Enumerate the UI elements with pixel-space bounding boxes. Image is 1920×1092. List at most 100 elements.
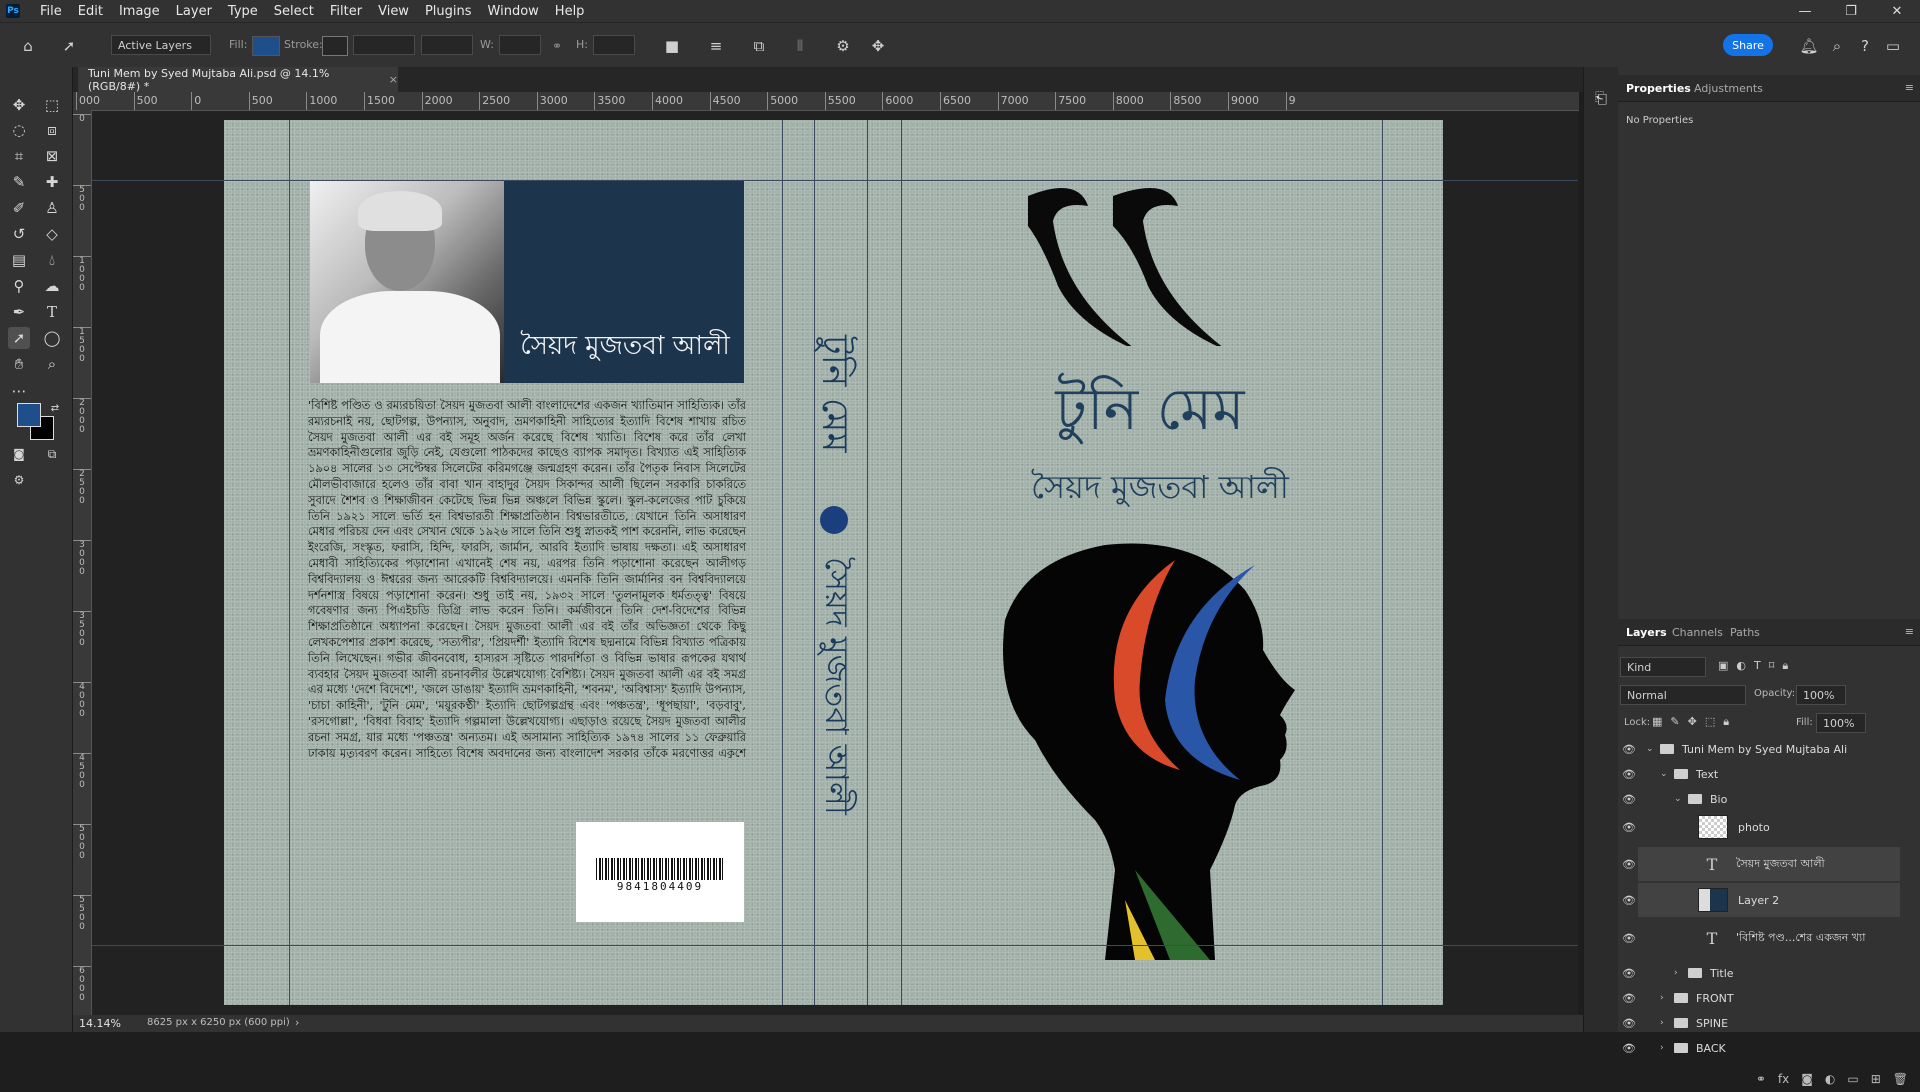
history-panel-icon[interactable]: ⎗: [1590, 87, 1612, 109]
menu-edit[interactable]: Edit: [70, 4, 111, 19]
ellipse-tool-icon[interactable]: ◯: [41, 327, 63, 349]
gradient-tool-icon[interactable]: ▤: [8, 249, 30, 271]
home-icon[interactable]: ⌂: [17, 35, 39, 57]
more-tools-icon[interactable]: ⋯: [8, 380, 30, 402]
path-select-tool-icon[interactable]: ➚: [58, 35, 80, 57]
eye-icon[interactable]: 👁︎: [1620, 785, 1638, 813]
pen-tool-icon[interactable]: ✒: [8, 301, 30, 323]
vertical-ruler[interactable]: 0 500 1000 1500 2000 2500 3000 3500 4000 4500 5000…: [73, 110, 92, 1015]
eye-icon[interactable]: 👁︎: [1620, 984, 1638, 1012]
healing-brush-tool-icon[interactable]: ✚: [41, 171, 63, 193]
close-button[interactable]: ✕: [1874, 0, 1920, 22]
crop-tool-icon[interactable]: ⌗: [8, 145, 30, 167]
layer-row[interactable]: 👁︎ › BACK: [1622, 1034, 1900, 1062]
horizontal-ruler[interactable]: 000 500 0 500 1000 1500 2000 2500 3000 3500 4000 45…: [73, 92, 1579, 111]
eye-icon[interactable]: 👁︎: [1620, 760, 1638, 788]
dodge-tool-icon[interactable]: ⚲: [8, 275, 30, 297]
auto-select-dropdown[interactable]: Active Layers: [111, 35, 211, 55]
stroke-width-field[interactable]: [353, 35, 415, 55]
blend-mode-dropdown[interactable]: Normal: [1620, 685, 1746, 705]
layer-row[interactable]: 👁︎ T সৈয়দ মুজতবা আলী: [1622, 847, 1900, 881]
trash-icon[interactable]: 🗑︎: [1893, 1072, 1908, 1092]
lock-icons[interactable]: ▦✎✥⬚🔒︎: [1652, 715, 1737, 729]
gear-icon[interactable]: ⚙: [832, 35, 854, 57]
chevron-right-icon[interactable]: ›: [1674, 968, 1684, 978]
tab-properties[interactable]: Properties: [1626, 82, 1691, 95]
layer-row[interactable]: 👁︎ T 'বিশিষ্ট পণ্ড...শের একজন খ্যা: [1622, 921, 1900, 955]
layer-row[interactable]: 👁︎ › Title: [1622, 959, 1900, 987]
eye-icon[interactable]: 👁︎: [1620, 847, 1638, 881]
layer-row[interactable]: 👁︎ › SPINE: [1622, 1009, 1900, 1037]
add-mask-icon[interactable]: ◙: [1801, 1072, 1813, 1092]
height-field[interactable]: [593, 35, 635, 55]
chevron-down-icon[interactable]: ⌄: [1660, 769, 1670, 779]
eyedropper-tool-icon[interactable]: ✎: [8, 171, 30, 193]
brush-tool-icon[interactable]: ✐: [8, 197, 30, 219]
new-group-icon[interactable]: ▭: [1847, 1072, 1858, 1092]
tab-layers[interactable]: Layers: [1626, 626, 1667, 639]
panel-menu-icon[interactable]: ≡: [1905, 81, 1914, 94]
blur-tool-icon[interactable]: 💧︎: [41, 249, 63, 271]
layer-row[interactable]: 👁︎ ⌄ Text: [1622, 760, 1900, 788]
warp-icon[interactable]: ✥: [867, 35, 889, 57]
path-alignment-icon[interactable]: ≡: [705, 35, 727, 57]
layer-row[interactable]: 👁︎ › FRONT: [1622, 984, 1900, 1012]
hand-tool-icon[interactable]: ✋︎: [8, 353, 30, 375]
smudge-tool-icon[interactable]: ☁: [41, 275, 63, 297]
share-button[interactable]: Share: [1723, 34, 1773, 56]
eye-icon[interactable]: 👁︎: [1620, 959, 1638, 987]
eye-icon[interactable]: 👁︎: [1620, 1009, 1638, 1037]
eraser-tool-icon[interactable]: ◇: [41, 223, 63, 245]
menu-image[interactable]: Image: [111, 4, 168, 19]
eye-icon[interactable]: 👁︎: [1620, 921, 1638, 955]
chevron-down-icon[interactable]: ⌄: [1646, 744, 1656, 754]
panel-menu-icon[interactable]: ≡: [1905, 625, 1914, 638]
tab-channels[interactable]: Channels: [1672, 626, 1723, 639]
quick-mask-icon[interactable]: ◙: [8, 443, 30, 465]
restore-button[interactable]: ❐: [1828, 0, 1874, 22]
menu-filter[interactable]: Filter: [322, 4, 370, 19]
align-edges-icon[interactable]: ⫴: [789, 35, 811, 57]
chevron-down-icon[interactable]: ⌄: [1674, 794, 1684, 804]
tab-close-icon[interactable]: ×: [389, 73, 398, 86]
menu-layer[interactable]: Layer: [168, 4, 220, 19]
layer-row[interactable]: 👁︎ ⌄ Tuni Mem by Syed Mujtaba Ali: [1622, 735, 1900, 763]
edit-toolbar-icon[interactable]: ⚙: [8, 469, 30, 491]
chevron-right-icon[interactable]: ›: [1660, 993, 1670, 1003]
marquee-tool-icon[interactable]: ⬚: [41, 94, 63, 116]
clone-stamp-tool-icon[interactable]: ♙: [41, 197, 63, 219]
menu-view[interactable]: View: [370, 4, 417, 19]
layer-filter-dropdown[interactable]: Kind: [1620, 657, 1706, 677]
workspace-icon[interactable]: ▭: [1882, 35, 1904, 57]
tab-paths[interactable]: Paths: [1730, 626, 1760, 639]
chevron-right-icon[interactable]: ›: [1660, 1018, 1670, 1028]
swap-colors-icon[interactable]: ⇄: [44, 397, 66, 419]
menu-type[interactable]: Type: [220, 4, 266, 19]
link-icon[interactable]: ⚭: [546, 35, 568, 57]
zoom-level[interactable]: 14.14%: [79, 1017, 121, 1030]
menu-select[interactable]: Select: [266, 4, 322, 19]
stroke-type-dropdown[interactable]: [421, 35, 473, 55]
tab-adjustments[interactable]: Adjustments: [1694, 82, 1763, 95]
lasso-tool-icon[interactable]: ◌: [8, 119, 30, 141]
new-layer-icon[interactable]: ⊞: [1871, 1072, 1881, 1092]
path-operations-icon[interactable]: ■: [661, 35, 683, 57]
stroke-swatch[interactable]: [322, 36, 348, 56]
eye-icon[interactable]: 👁︎: [1620, 811, 1638, 843]
menu-plugins[interactable]: Plugins: [417, 4, 480, 19]
opacity-field[interactable]: 100%: [1796, 685, 1846, 705]
fx-icon[interactable]: fx: [1778, 1072, 1789, 1092]
link-layers-icon[interactable]: ⚭: [1756, 1072, 1766, 1092]
path-arrangement-icon[interactable]: ⧉: [748, 35, 770, 57]
layer-filter-icons[interactable]: ▣◐T⌑🔒︎: [1718, 659, 1796, 673]
history-brush-tool-icon[interactable]: ↺: [8, 223, 30, 245]
width-field[interactable]: [499, 35, 541, 55]
frame-tool-icon[interactable]: ⊠: [41, 145, 63, 167]
help-icon[interactable]: ?: [1854, 35, 1876, 57]
layer-row[interactable]: 👁︎ ⌄ Bio: [1622, 785, 1900, 813]
bell-icon[interactable]: 🔔︎: [1798, 35, 1820, 57]
layer-row[interactable]: 👁︎ Layer 2: [1622, 883, 1900, 917]
status-expand-icon[interactable]: ›: [295, 1016, 299, 1029]
zoom-tool-icon[interactable]: ⌕: [41, 353, 63, 375]
search-icon[interactable]: ⌕: [1826, 35, 1848, 57]
